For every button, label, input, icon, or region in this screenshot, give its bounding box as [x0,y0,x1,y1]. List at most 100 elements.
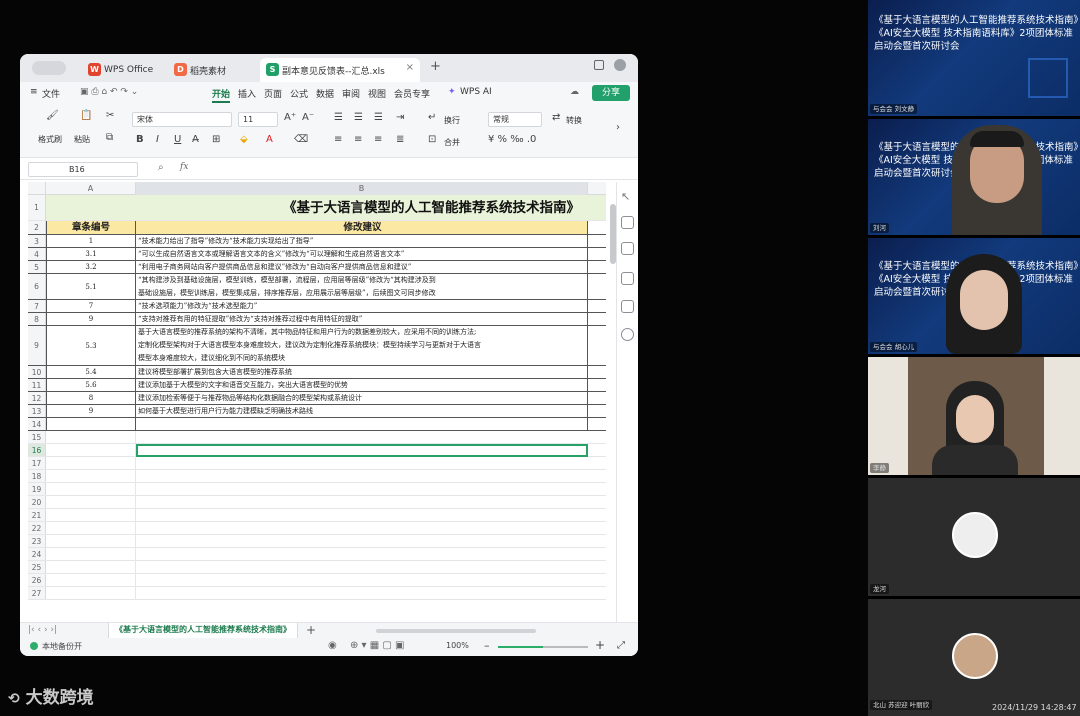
justify-icon[interactable]: ≣ [396,134,404,145]
cell-clause-number[interactable] [46,574,136,586]
tab-wps-office[interactable]: W WPS Office [82,58,162,82]
header-clause-number[interactable]: 章条编号 [46,221,136,234]
cell-suggestion[interactable]: “可以生成自然语言文本或理解语言文本的含义”修改为“可以理解和生成自然语言文本” [136,248,588,260]
table-row[interactable]: 5 3.2 “利用电子商务网站向客户提供商品信息和建议”修改为“自动向客户提供商品信… [28,261,606,274]
function-icon[interactable]: fx [180,162,188,172]
cell-suggestion[interactable]: “技术选项能力”修改为“技术选型能力” [136,300,588,312]
adjust-icon[interactable] [621,242,634,255]
cell-suggestion[interactable] [136,587,588,599]
merge-label[interactable]: 合并 [444,137,460,148]
participant-tile-3[interactable]: 《基于大语言模型的人工智能推荐系统技术指南》 《AI安全大模型 技术指南语料库》… [868,238,1080,354]
row-number[interactable]: 20 [28,496,46,508]
selected-cell-b16[interactable] [136,444,588,457]
font-size-select[interactable]: 11 [238,112,278,127]
cell-clause-number[interactable] [46,587,136,599]
row-number[interactable]: 23 [28,535,46,547]
cell-clause-number[interactable] [46,496,136,508]
font-shrink-icon[interactable]: A⁻ [302,112,314,123]
row-number[interactable]: 27 [28,587,46,599]
cell-suggestion[interactable] [136,574,588,586]
header-suggestion[interactable]: 修改建议 [136,221,588,234]
clear-format-icon[interactable]: ⌫ [294,134,308,145]
cell-clause-number[interactable]: 1 [46,235,136,247]
cell-clause-number[interactable] [46,418,136,430]
cell-suggestion[interactable] [136,418,588,430]
table-row[interactable]: 23 [28,535,606,548]
cell-clause-number[interactable] [46,431,136,443]
cell-suggestion[interactable] [136,470,588,482]
italic-icon[interactable]: I [156,134,159,145]
cell-suggestion[interactable] [136,496,588,508]
corner-select-all[interactable] [28,182,46,195]
row-number[interactable]: 14 [28,418,46,430]
fill-color-icon[interactable]: ⬙ [240,134,248,145]
cell-clause-number[interactable]: 5.3 [46,326,136,365]
style-icon[interactable] [621,216,634,229]
row-number[interactable]: 5 [28,261,46,273]
table-row[interactable]: 27 [28,587,606,600]
row-number[interactable]: 3 [28,235,46,247]
cell-clause-number[interactable]: 3.1 [46,248,136,260]
cell-suggestion[interactable]: “技术能力给出了指导”修改为“技术能力实现给出了指导” [136,235,588,247]
merge-icon[interactable]: ⊡ [428,134,436,145]
font-grow-icon[interactable]: A⁺ [284,112,296,123]
row-number[interactable]: 9 [28,326,46,365]
row-number[interactable]: 6 [28,274,46,299]
view-mode-icons[interactable]: ⊕ ▾ ▦ ▢ ▣ [350,640,404,651]
menu-wps-ai[interactable]: WPS AI [460,87,492,97]
format-painter-label[interactable]: 格式刷 [38,134,62,145]
cloud-icon[interactable]: ☁ [570,87,579,97]
participant-tile-6[interactable]: 北山 苏迎迎 叶丽欣 [868,599,1080,716]
row-number[interactable]: 10 [28,366,46,378]
column-a-header[interactable]: A [46,182,136,195]
align-bottom-icon[interactable]: ☰ [374,112,383,123]
row-number[interactable]: 11 [28,379,46,391]
table-row[interactable]: 1 《基于大语言模型的人工智能推荐系统技术指南》 [28,195,606,221]
cell-suggestion[interactable] [136,561,588,573]
cut-icon[interactable]: ✂ [106,110,114,121]
ribbon-more-icon[interactable]: › [616,122,620,133]
tab-daoke[interactable]: D 稻壳素材 [168,58,254,82]
add-sheet-icon[interactable]: + [306,623,316,637]
table-row[interactable]: 4 3.1 “可以生成自然语言文本或理解语言文本的含义”修改为“可以理解和生成自然语… [28,248,606,261]
row-number[interactable]: 8 [28,313,46,325]
spreadsheet-grid[interactable]: A B 1 《基于大语言模型的人工智能推荐系统技术指南》 2 章条编号 修改建议 3 1 “技… [28,182,606,622]
format-painter-icon[interactable]: 🖌 [46,110,59,121]
hamburger-icon[interactable]: ≡ [30,87,38,97]
table-row[interactable]: 15 [28,431,606,444]
cell-clause-number[interactable] [46,548,136,560]
cell-suggestion[interactable] [136,548,588,560]
cell-suggestion[interactable]: “其构建涉及到基础设施层，模型训练，模型部署，流程层，应用层等层级”修改为“其构… [136,274,588,299]
table-row[interactable]: 25 [28,561,606,574]
menu-home[interactable]: 开始 [212,87,230,100]
table-row[interactable]: 3 1 “技术能力给出了指导”修改为“技术能力实现给出了指导” [28,235,606,248]
cell-clause-number[interactable]: 5.1 [46,274,136,299]
table-row[interactable]: 19 [28,483,606,496]
row-number[interactable]: 21 [28,509,46,521]
sheet-title[interactable]: 《基于大语言模型的人工智能推荐系统技术指南》 [46,195,588,220]
avatar[interactable] [614,59,626,71]
cell-suggestion[interactable]: “支持对推荐有用的特征提取”修改为“支持对推荐过程中有用特征的提取” [136,313,588,325]
cell-suggestion[interactable]: 基于大语言模型的推荐系统的架构不清晰，其中物品特征和用户行为的数据差别较大，应采… [136,326,588,365]
zoom-slider[interactable] [498,646,588,648]
table-row[interactable]: 10 5.4 建议将模型部署扩展到包含大语言模型的推荐系统 [28,366,606,379]
cell-suggestion[interactable] [136,535,588,547]
align-left-icon[interactable]: ≡ [334,134,342,145]
table-row[interactable]: 11 5.6 建议添加基于大模型的文字和语音交互能力，突出大语言模型的优势 [28,379,606,392]
align-center-icon[interactable]: ≡ [354,134,362,145]
zoom-in-icon[interactable]: + [595,638,605,652]
underline-icon[interactable]: U [174,134,181,145]
cell-clause-number[interactable] [46,483,136,495]
eye-protect-icon[interactable]: ◉ [328,640,337,651]
number-format-select[interactable]: 常规 [488,112,542,127]
table-row[interactable]: 20 [28,496,606,509]
participant-tile-4[interactable]: 李静 [868,357,1080,475]
cell-clause-number[interactable]: 5.6 [46,379,136,391]
row-number[interactable]: 26 [28,574,46,586]
font-name-select[interactable]: 宋体 [132,112,232,127]
cell-suggestion[interactable] [136,509,588,521]
table-row[interactable]: 18 [28,470,606,483]
cell-clause-number[interactable] [46,444,136,456]
table-row[interactable]: 22 [28,522,606,535]
menu-member[interactable]: 会员专享 [394,87,430,100]
